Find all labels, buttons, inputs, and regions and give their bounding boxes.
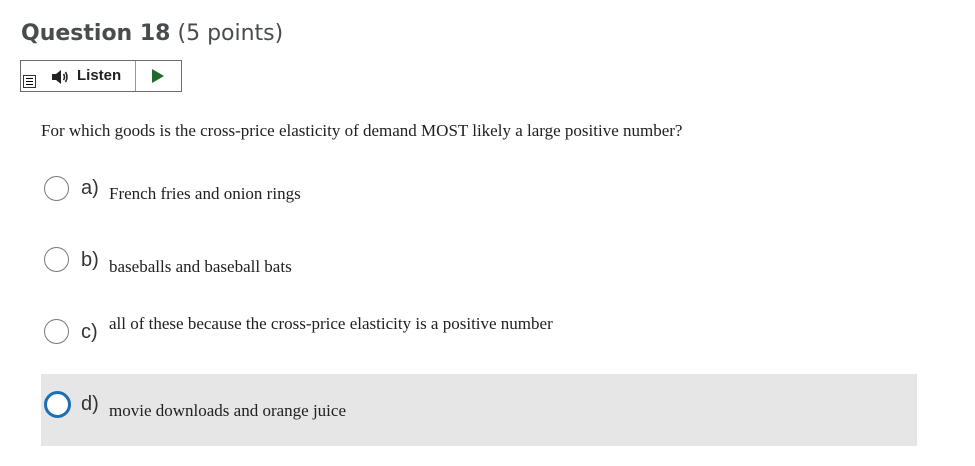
- play-icon: [152, 69, 164, 83]
- radio-button-d[interactable]: [44, 391, 71, 418]
- radio-button-a[interactable]: [44, 176, 69, 201]
- answer-option-d[interactable]: d) movie downloads and orange juice: [41, 374, 917, 446]
- answer-option-c[interactable]: c) all of these because the cross-price …: [41, 296, 917, 368]
- listen-button-label[interactable]: Listen: [77, 67, 121, 85]
- speaker-icon: [52, 70, 68, 84]
- option-text: French fries and onion rings: [109, 184, 301, 203]
- option-letter: a): [81, 177, 99, 199]
- question-text: For which goods is the cross-price elast…: [41, 121, 683, 140]
- option-text: all of these because the cross-price ela…: [109, 314, 553, 333]
- question-header: Question 18 (5 points): [21, 19, 283, 49]
- answer-option-a[interactable]: a) French fries and onion rings: [41, 152, 917, 224]
- option-text: movie downloads and orange juice: [109, 401, 346, 420]
- option-text: baseballs and baseball bats: [109, 257, 292, 276]
- question-title: Question 18: [21, 21, 171, 46]
- question-points: (5 points): [177, 21, 284, 46]
- option-letter: d): [81, 393, 99, 415]
- menu-icon[interactable]: [23, 75, 36, 88]
- option-letter: b): [81, 249, 99, 271]
- listen-widget: Listen: [20, 60, 182, 92]
- play-button[interactable]: [136, 61, 181, 91]
- radio-button-b[interactable]: [44, 247, 69, 272]
- answer-option-b[interactable]: b) baseballs and baseball bats: [41, 222, 917, 294]
- option-letter: c): [81, 321, 98, 343]
- radio-button-c[interactable]: [44, 319, 69, 344]
